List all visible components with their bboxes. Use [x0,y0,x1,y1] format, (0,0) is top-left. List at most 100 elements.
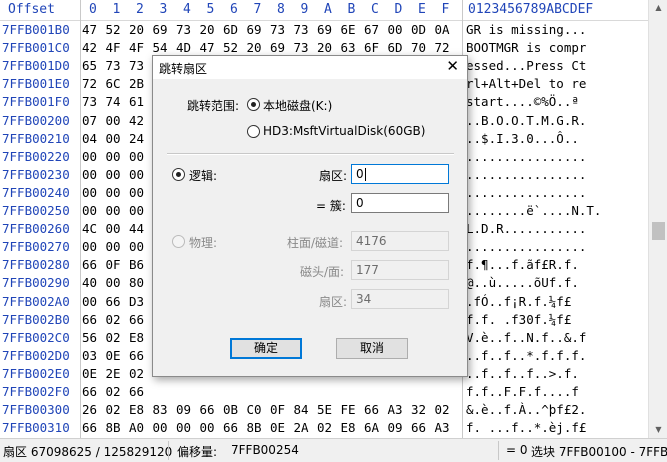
scroll-up-arrow-icon[interactable]: ▲ [649,0,667,16]
hex-byte[interactable]: 73 [106,58,121,73]
hex-byte[interactable]: 00 [106,275,121,290]
hex-byte[interactable]: 04 [82,131,97,146]
hex-byte[interactable]: 61 [129,94,144,109]
row-ascii[interactable]: ..$.I.3.0...Ô.. [466,131,579,146]
hex-byte[interactable]: E8 [129,402,144,417]
row-ascii[interactable]: essed...Press Ct [466,58,586,73]
hex-byte[interactable]: 00 [129,203,144,218]
hex-byte[interactable]: 00 [82,185,97,200]
logical-radio[interactable] [172,168,185,181]
hex-byte[interactable]: 20 [317,40,332,55]
hex-byte[interactable]: 00 [129,239,144,254]
hex-byte[interactable]: 00 [82,294,97,309]
range-option-local[interactable]: 本地磁盘(K:) [263,97,332,114]
hex-byte[interactable]: 03 [82,348,97,363]
physical-radio[interactable] [172,235,185,248]
hex-byte[interactable]: 80 [129,275,144,290]
hex-byte[interactable]: 02 [435,402,450,417]
hex-byte[interactable]: 67 [364,22,379,37]
hex-byte[interactable]: 26 [82,402,97,417]
hex-byte[interactable]: 40 [82,275,97,290]
hex-byte[interactable]: 6C [106,76,121,91]
hex-byte[interactable]: 20 [129,22,144,37]
range-radio-local[interactable] [247,98,260,111]
cluster-input[interactable]: 0 [351,193,449,213]
hex-byte[interactable]: 66 [106,294,121,309]
hex-byte[interactable]: 0E [106,348,121,363]
row-ascii[interactable]: ..f..f..*.f.f.f. [466,348,586,363]
hex-row[interactable]: 7FFB00300 26 02 E8 83 09 66 0B C0 0F 84 5E FE 66 A3 32 0… [0,401,648,419]
hex-byte[interactable]: 00 [82,149,97,164]
hex-byte[interactable]: B6 [129,257,144,272]
row-ascii[interactable]: rl+Alt+Del to re [466,76,586,91]
hex-byte[interactable]: 66 [82,257,97,272]
row-ascii[interactable]: L.D.R........... [466,221,586,236]
hex-byte[interactable]: 20 [200,22,215,37]
hex-byte[interactable]: 73 [270,22,285,37]
hex-byte[interactable]: 52 [223,40,238,55]
hex-byte[interactable]: 73 [294,22,309,37]
hex-byte[interactable]: 0E [82,366,97,381]
hex-byte[interactable]: 73 [294,40,309,55]
hex-byte[interactable]: FE [341,402,356,417]
hex-byte[interactable]: 8B [106,420,121,435]
hex-byte[interactable]: 72 [82,76,97,91]
hex-byte[interactable]: 84 [294,402,309,417]
hex-byte[interactable]: 09 [388,420,403,435]
head-input[interactable]: 177 [351,260,449,280]
row-ascii[interactable]: f.f. .f30f.¼f£ [466,312,571,327]
hex-byte[interactable]: 02 [129,366,144,381]
row-ascii[interactable]: GR is missing... [466,22,586,37]
hex-byte[interactable]: 00 [82,239,97,254]
row-ascii[interactable]: ........ë`....N.T. [466,203,601,218]
hex-byte[interactable]: 2A [294,420,309,435]
hex-byte[interactable]: D3 [129,294,144,309]
hex-byte[interactable]: 00 [106,221,121,236]
hex-byte[interactable]: A3 [435,420,450,435]
hex-byte[interactable]: 0F [106,257,121,272]
hex-byte[interactable]: 69 [317,22,332,37]
hex-byte[interactable]: 47 [200,40,215,55]
hex-byte[interactable]: 02 [106,402,121,417]
hex-byte[interactable]: 54 [153,40,168,55]
hex-byte[interactable]: 66 [129,312,144,327]
hex-byte[interactable]: 0A [435,22,450,37]
hex-byte[interactable]: 00 [106,113,121,128]
hex-row[interactable]: 7FFB002F0 66 02 66 f.f..F.F.f....f [0,383,648,401]
hex-byte[interactable]: 69 [247,22,262,37]
close-icon[interactable]: ✕ [446,57,459,75]
hex-byte[interactable]: 74 [106,94,121,109]
hex-byte[interactable]: 00 [82,203,97,218]
row-ascii[interactable]: &.è..f.À..^þf£2. [466,402,586,417]
hex-byte[interactable]: 32 [411,402,426,417]
vertical-scrollbar[interactable]: ▲ ▼ [648,0,667,438]
hex-byte[interactable]: 2E [106,366,121,381]
phys-sector-input[interactable]: 34 [351,289,449,309]
hex-byte[interactable]: 02 [106,330,121,345]
hex-byte[interactable]: 00 [129,185,144,200]
sector-input[interactable]: 0 [351,164,449,184]
hex-byte[interactable]: 66 [82,420,97,435]
cylinder-input[interactable]: 4176 [351,231,449,251]
row-ascii[interactable]: @..ù.....õUf.f. [466,275,579,290]
hex-byte[interactable]: 24 [129,131,144,146]
hex-byte[interactable]: 00 [106,203,121,218]
hex-byte[interactable]: 4C [82,221,97,236]
row-ascii[interactable]: ................ [466,167,586,182]
hex-byte[interactable]: 20 [247,40,262,55]
row-ascii[interactable]: ..B.O.O.T.M.G.R. [466,113,586,128]
hex-byte[interactable]: 66 [129,348,144,363]
hex-byte[interactable]: 66 [411,420,426,435]
physical-label[interactable]: 物理: [189,234,217,251]
hex-byte[interactable]: 02 [317,420,332,435]
hex-byte[interactable]: 00 [106,149,121,164]
hex-byte[interactable]: 6D [388,40,403,55]
hex-byte[interactable]: 66 [223,420,238,435]
hex-byte[interactable]: 0B [223,402,238,417]
hex-byte[interactable]: 6E [341,22,356,37]
row-ascii[interactable]: BOOTMGR is compr [466,40,586,55]
hex-byte[interactable]: A0 [129,420,144,435]
hex-byte[interactable]: 4F [129,40,144,55]
hex-byte[interactable]: 42 [129,113,144,128]
hex-byte[interactable]: 00 [106,239,121,254]
